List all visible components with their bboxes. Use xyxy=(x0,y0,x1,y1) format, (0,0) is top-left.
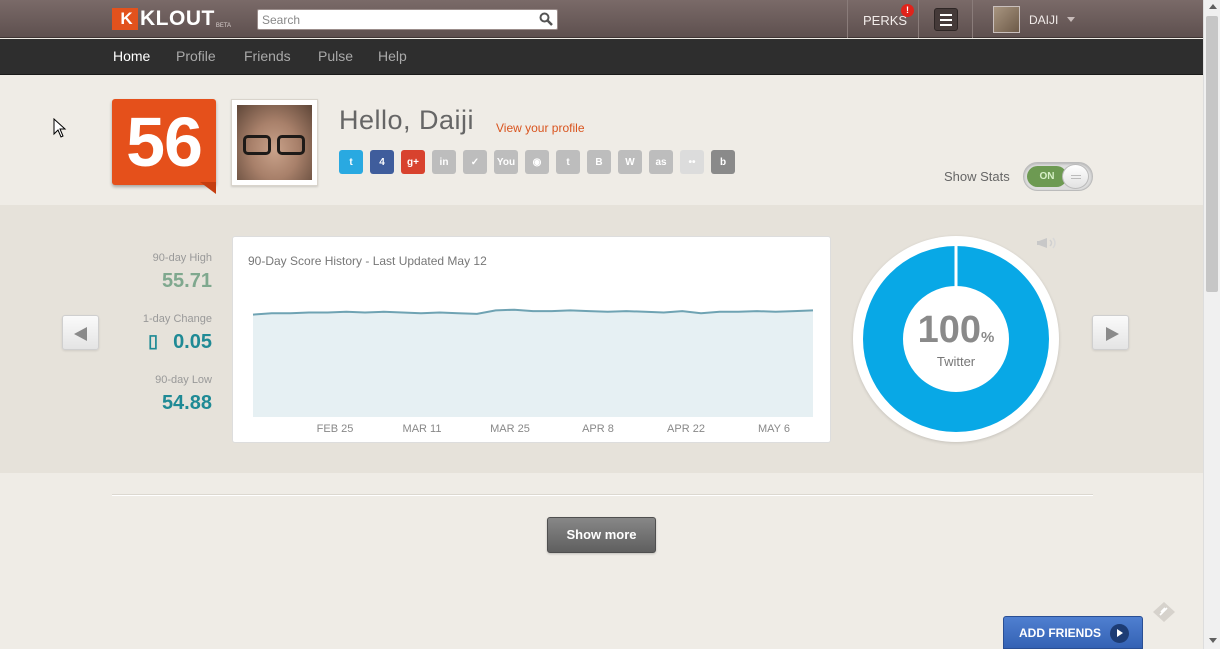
x-tick-label: APR 8 xyxy=(582,423,614,435)
klout-logo[interactable]: K KLOUT BETA xyxy=(112,7,232,30)
megaphone-icon[interactable] xyxy=(1037,236,1059,250)
donut-unit: % xyxy=(981,329,995,346)
add-friends-label: ADD FRIENDS xyxy=(1019,626,1102,640)
klout-score-badge[interactable]: 56 xyxy=(112,99,216,185)
scroll-up-icon[interactable] xyxy=(1209,4,1217,9)
perks-link[interactable]: PERKS xyxy=(863,13,907,28)
change-icon: ▯ xyxy=(148,331,158,351)
high-label: 90-day High xyxy=(152,252,212,264)
show-more-button[interactable]: Show more xyxy=(547,517,656,553)
view-profile-link[interactable]: View your profile xyxy=(496,121,585,135)
nav-home[interactable]: Home xyxy=(113,48,150,64)
glasses-lens xyxy=(277,135,305,155)
divider xyxy=(972,0,973,38)
youtube-icon[interactable]: You xyxy=(494,150,518,174)
toggle-knob[interactable] xyxy=(1062,164,1089,189)
score-badge-tail xyxy=(200,182,216,194)
wordpress-icon[interactable]: W xyxy=(618,150,642,174)
glasses-lens xyxy=(243,135,271,155)
klout-logo-text: KLOUT xyxy=(140,7,215,30)
x-tick-label: FEB 25 xyxy=(317,423,354,435)
linkedin-icon[interactable]: in xyxy=(432,150,456,174)
twitter-icon[interactable]: t xyxy=(339,150,363,174)
next-button[interactable] xyxy=(1092,315,1129,350)
x-tick-label: MAR 25 xyxy=(490,423,530,435)
avatar[interactable] xyxy=(993,6,1020,33)
tumblr-icon[interactable]: t xyxy=(556,150,580,174)
divider xyxy=(918,0,919,38)
nav-pulse[interactable]: Pulse xyxy=(318,48,353,64)
perks-notification-badge: ! xyxy=(901,4,914,17)
divider xyxy=(847,0,848,38)
menu-button[interactable] xyxy=(934,8,958,31)
network-icons: t 4 g+ in ✓ You ◉ t B Was •• b xyxy=(339,150,735,174)
greeting: Hello, Daiji xyxy=(339,105,475,135)
show-stats-toggle[interactable]: ON xyxy=(1023,162,1093,191)
low-label: 90-day Low xyxy=(155,374,212,386)
main-nav: Home Profile Friends Pulse Help xyxy=(0,39,1203,75)
scrollbar[interactable] xyxy=(1203,0,1220,649)
high-value: 55.71 xyxy=(161,270,212,292)
add-friends-button[interactable]: ADD FRIENDS xyxy=(1003,616,1143,649)
section-divider xyxy=(112,494,1093,496)
toggle-on-label: ON xyxy=(1027,166,1067,187)
prev-button[interactable] xyxy=(62,315,99,350)
show-stats-label: Show Stats xyxy=(944,169,1010,184)
search-input[interactable] xyxy=(258,10,528,29)
chart-plot: FEB 25 MAR 11 MAR 25 APR 8 APR 22 MAY 6 xyxy=(252,308,814,435)
blogger-icon[interactable]: B xyxy=(587,150,611,174)
user-name[interactable]: DAIJI xyxy=(1029,13,1058,27)
arrow-right-icon xyxy=(1106,327,1119,341)
search-box[interactable] xyxy=(257,9,558,30)
low-value: 54.88 xyxy=(161,392,212,414)
mouse-cursor-icon xyxy=(53,118,67,138)
x-tick-label: MAY 6 xyxy=(758,423,790,435)
scroll-down-icon[interactable] xyxy=(1209,638,1217,643)
menu-icon xyxy=(940,13,952,16)
search-icon[interactable] xyxy=(539,12,553,26)
x-tick-label: MAR 11 xyxy=(403,423,442,435)
instagram-icon[interactable]: ◉ xyxy=(525,150,549,174)
nav-profile[interactable]: Profile xyxy=(176,48,216,64)
donut-percent: 100% xyxy=(903,309,1009,352)
beta-label: BETA xyxy=(215,23,232,29)
google-plus-icon[interactable]: g+ xyxy=(401,150,425,174)
donut-network-label: Twitter xyxy=(936,354,976,369)
play-arrow-icon xyxy=(1110,624,1129,643)
bing-icon[interactable]: b xyxy=(711,150,735,174)
check-icon[interactable]: ✓ xyxy=(463,150,487,174)
foursquare-icon[interactable]: 4 xyxy=(370,150,394,174)
nav-friends[interactable]: Friends xyxy=(244,48,291,64)
flickr-icon[interactable]: •• xyxy=(680,150,704,174)
scroll-thumb[interactable] xyxy=(1206,16,1218,292)
change-value: 0.05 xyxy=(173,331,212,353)
klout-logo-mark: K xyxy=(112,8,138,30)
change-label: 1-day Change xyxy=(142,313,212,325)
feedback-icon[interactable] xyxy=(1152,601,1176,623)
nav-help[interactable]: Help xyxy=(378,48,407,64)
profile-photo[interactable] xyxy=(231,99,318,186)
x-tick-label: APR 22 xyxy=(667,423,705,435)
arrow-left-icon xyxy=(74,327,87,341)
top-bar: K KLOUT BETA PERKS ! DAIJI xyxy=(0,0,1203,38)
caret-down-icon[interactable] xyxy=(1067,17,1075,22)
score-area xyxy=(253,309,813,417)
donut-value: 100 xyxy=(917,309,982,351)
lastfm-icon[interactable]: as xyxy=(649,150,673,174)
score-history-chart: 90-Day Score History - Last Updated May … xyxy=(232,236,831,443)
